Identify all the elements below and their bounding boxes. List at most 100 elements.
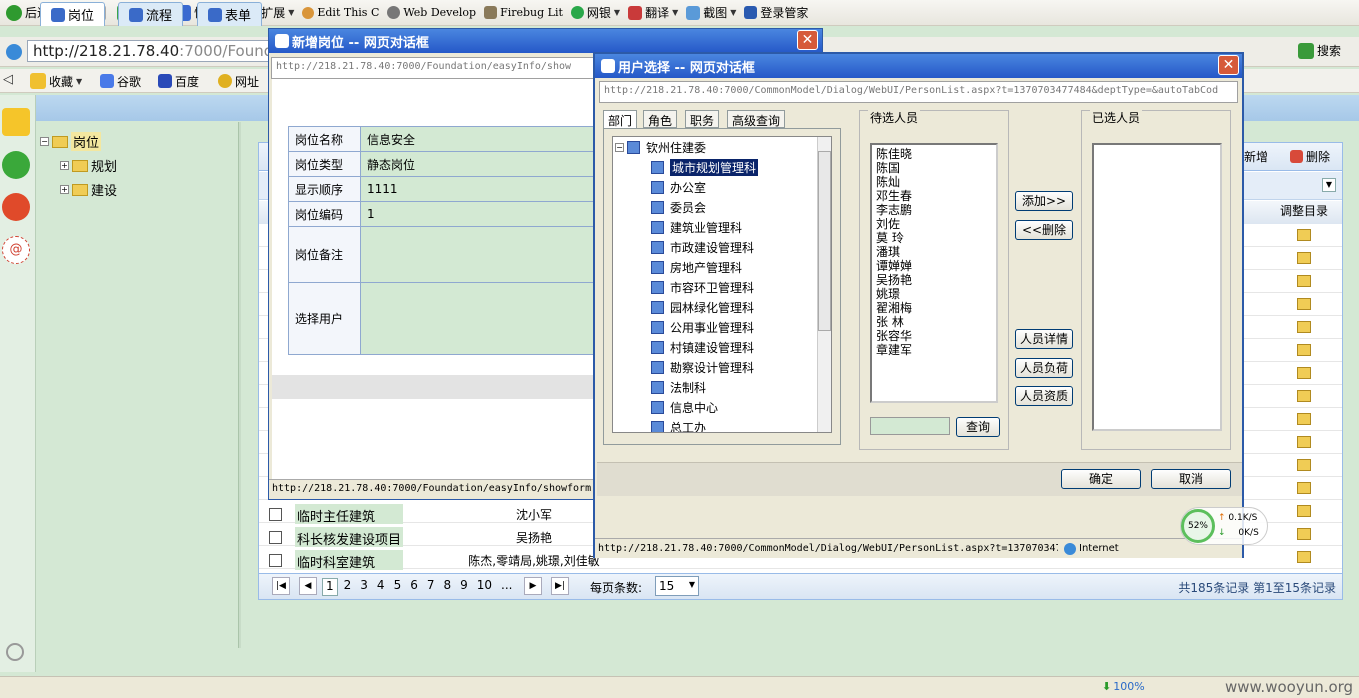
- netbank-button[interactable]: 网银 ▼: [567, 2, 624, 24]
- org-node[interactable]: 园林绿化管理科: [651, 299, 754, 316]
- page-number[interactable]: ...: [498, 578, 515, 596]
- splitter[interactable]: [238, 122, 241, 648]
- selected-list[interactable]: [1092, 143, 1222, 431]
- selector-tab[interactable]: 角色: [643, 110, 678, 128]
- org-node[interactable]: 村镇建设管理科: [651, 339, 754, 356]
- next-page-button[interactable]: ▶: [524, 577, 542, 595]
- query-button[interactable]: 查询: [956, 417, 1000, 437]
- org-node[interactable]: 市容环卫管理科: [651, 279, 754, 296]
- tree-node[interactable]: + 建设: [60, 180, 117, 199]
- tab-form[interactable]: 表单: [197, 2, 263, 26]
- site-nav-link[interactable]: 网址: [214, 70, 263, 92]
- org-node[interactable]: 办公室: [651, 179, 706, 196]
- firebug-button[interactable]: Firebug Lit: [480, 2, 567, 24]
- page-number[interactable]: 8: [440, 578, 454, 596]
- login-manager-button[interactable]: 登录管家: [740, 2, 812, 24]
- tree-root[interactable]: − 岗位: [40, 132, 102, 151]
- form-field[interactable]: 1: [360, 201, 608, 227]
- per-page-select[interactable]: 15 ▼: [655, 576, 699, 596]
- row-checkbox[interactable]: [269, 531, 282, 544]
- collapse-icon[interactable]: −: [615, 143, 624, 152]
- page-number[interactable]: 5: [391, 578, 405, 596]
- selector-tab[interactable]: 高级查询: [727, 110, 786, 128]
- candidate-item[interactable]: 邓生春: [876, 189, 992, 203]
- delete-button[interactable]: 删除: [1290, 148, 1330, 165]
- candidate-item[interactable]: 莫 玲: [876, 231, 992, 245]
- org-node[interactable]: 城市规划管理科: [651, 159, 759, 176]
- org-root[interactable]: − 钦州住建委: [615, 139, 706, 156]
- person-qual-button[interactable]: 人员资质: [1015, 386, 1073, 406]
- candidate-item[interactable]: 翟湘梅: [876, 301, 992, 315]
- org-node[interactable]: 委员会: [651, 199, 706, 216]
- close-icon[interactable]: ✕: [1218, 55, 1239, 75]
- org-node[interactable]: 信息中心: [651, 399, 718, 416]
- candidate-item[interactable]: 潘琪: [876, 245, 992, 259]
- remove-from-selected-button[interactable]: <<删除: [1015, 220, 1073, 240]
- dept-tree-scrollbar[interactable]: [817, 137, 831, 432]
- form-field[interactable]: [360, 282, 608, 355]
- ok-button[interactable]: 确定: [1061, 469, 1141, 489]
- google-link[interactable]: 谷歌: [96, 70, 145, 92]
- clock-icon[interactable]: [2, 151, 30, 179]
- form-field[interactable]: [360, 226, 608, 283]
- org-node[interactable]: 总工办: [651, 419, 706, 432]
- weibo-icon[interactable]: [2, 193, 30, 221]
- candidate-item[interactable]: 谭婵婵: [876, 259, 992, 273]
- person-detail-button[interactable]: 人员详情: [1015, 329, 1073, 349]
- form-field[interactable]: 1111: [360, 176, 608, 202]
- adjust-dir-icon[interactable]: [1297, 436, 1311, 448]
- query-input[interactable]: [870, 417, 950, 435]
- form-field[interactable]: 信息安全: [360, 126, 608, 152]
- search-button[interactable]: 搜索: [1298, 42, 1341, 59]
- org-node[interactable]: 公用事业管理科: [651, 319, 754, 336]
- page-number[interactable]: 7: [424, 578, 438, 596]
- baidu-link[interactable]: 百度: [154, 70, 203, 92]
- adjust-dir-icon[interactable]: [1297, 413, 1311, 425]
- favorites-button[interactable]: 收藏 ▼: [26, 70, 86, 92]
- adjust-dir-icon[interactable]: [1297, 229, 1311, 241]
- cancel-button[interactable]: 取消: [1151, 469, 1231, 489]
- edit-this-button[interactable]: Edit This C: [298, 2, 383, 24]
- selector-tab[interactable]: 职务: [685, 110, 720, 128]
- tab-post[interactable]: 岗位: [40, 2, 106, 26]
- candidates-list[interactable]: 陈佳晓 陈国 陈灿 邓生春 李志鹏 刘佐莫 玲潘琪 谭婵婵 吴扬艳 姚璟 翟湘梅张 林张容华 章建军: [870, 143, 998, 403]
- expand-icon[interactable]: +: [60, 161, 69, 170]
- add-to-selected-button[interactable]: 添加>>: [1015, 191, 1073, 211]
- person-duty-button[interactable]: 人员负荷: [1015, 358, 1073, 378]
- page-number[interactable]: 6: [407, 578, 421, 596]
- row-checkbox[interactable]: [269, 508, 282, 521]
- adjust-dir-icon[interactable]: [1297, 505, 1311, 517]
- adjust-dir-icon[interactable]: [1297, 551, 1311, 563]
- page-number[interactable]: 1: [322, 578, 338, 596]
- col-header-adjust[interactable]: 调整目录: [1266, 202, 1342, 219]
- adjust-dir-icon[interactable]: [1297, 321, 1311, 333]
- org-node[interactable]: 房地产管理科: [651, 259, 742, 276]
- settings-gear-icon[interactable]: [6, 643, 24, 661]
- adjust-dir-icon[interactable]: [1297, 252, 1311, 264]
- zoom-indicator[interactable]: ⬇ 100%: [1102, 680, 1145, 693]
- page-number[interactable]: 9: [457, 578, 471, 596]
- page-number[interactable]: 4: [374, 578, 388, 596]
- candidate-item[interactable]: 陈佳晓: [876, 147, 992, 161]
- row-checkbox[interactable]: [269, 554, 282, 567]
- candidate-item[interactable]: 姚璟: [876, 287, 992, 301]
- candidate-item[interactable]: 李志鹏: [876, 203, 992, 217]
- tab-flow[interactable]: 流程: [118, 2, 184, 26]
- candidate-item[interactable]: 陈灿: [876, 175, 992, 189]
- collapse-toggle[interactable]: ▼: [1322, 178, 1336, 192]
- adjust-dir-icon[interactable]: [1297, 344, 1311, 356]
- close-icon[interactable]: ✕: [797, 30, 818, 50]
- candidate-item[interactable]: 刘佐: [876, 217, 992, 231]
- page-number[interactable]: 3: [357, 578, 371, 596]
- candidate-item[interactable]: 张容华: [876, 329, 992, 343]
- adjust-dir-icon[interactable]: [1297, 298, 1311, 310]
- org-node[interactable]: 建筑业管理科: [651, 219, 742, 236]
- candidate-item[interactable]: 陈国: [876, 161, 992, 175]
- adjust-dir-icon[interactable]: [1297, 390, 1311, 402]
- expand-icon[interactable]: +: [60, 185, 69, 194]
- tree-node[interactable]: + 规划: [60, 156, 117, 175]
- page-number[interactable]: 2: [341, 578, 355, 596]
- form-field[interactable]: 静态岗位: [360, 151, 608, 177]
- web-develop-button[interactable]: Web Develop: [383, 2, 480, 24]
- adjust-dir-icon[interactable]: [1297, 275, 1311, 287]
